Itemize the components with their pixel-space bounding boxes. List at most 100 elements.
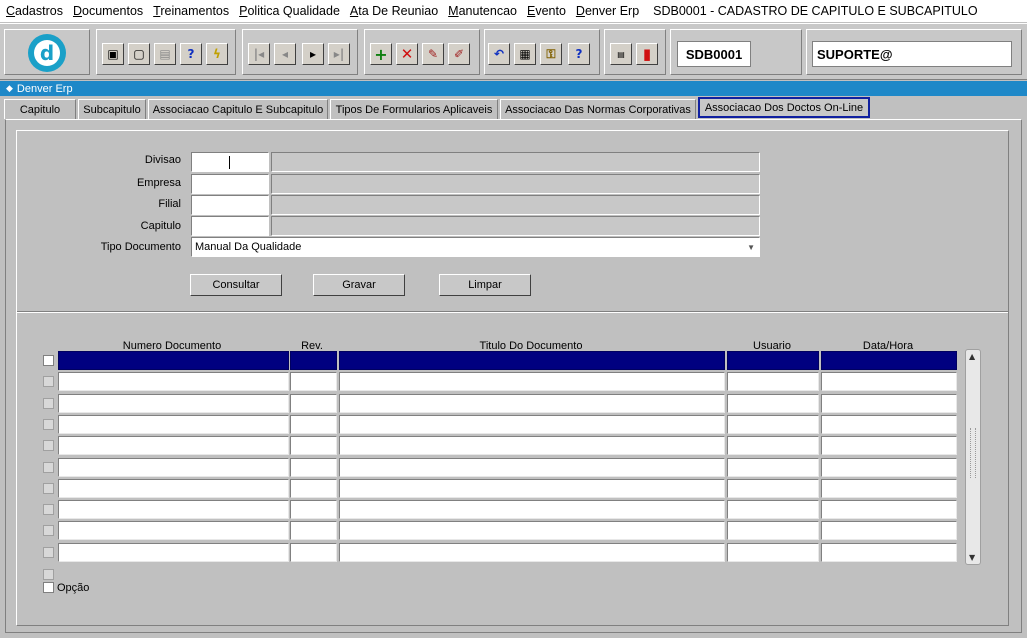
grid-cell-titulo[interactable] [339,372,725,391]
delete-record-icon[interactable]: ✕ [396,43,418,65]
grid-cell-data-hora[interactable] [821,521,957,540]
save-icon[interactable]: ▣ [102,43,124,65]
grid-cell-numero-documento[interactable] [58,521,289,540]
grid-cell-numero-documento[interactable] [58,436,289,455]
opcao-checkbox[interactable] [43,582,54,593]
lightning-icon[interactable]: ϟ [206,43,228,65]
consultar-button[interactable]: Consultar [190,274,282,296]
grid-cell-usuario[interactable] [727,351,819,370]
grid-cell-rev[interactable] [290,436,337,455]
menu-manutencao[interactable]: Manutencao [448,4,517,18]
key-icon[interactable]: ⚿ [540,43,562,65]
grid-cell-data-hora[interactable] [821,436,957,455]
grid-cell-titulo[interactable] [339,458,725,477]
menu-cadastros[interactable]: Cadastros [6,4,63,18]
prev-record-icon[interactable]: ◂ [274,43,296,65]
grid-cell-rev[interactable] [290,415,337,434]
grid-cell-usuario[interactable] [727,394,819,413]
undo-icon[interactable]: ↶ [488,43,510,65]
grid-cell-numero-documento[interactable] [58,351,289,370]
grid-cell-usuario[interactable] [727,372,819,391]
row-checkbox[interactable] [43,483,54,494]
grid-cell-data-hora[interactable] [821,500,957,519]
row-checkbox[interactable] [43,462,54,473]
menu-ata-de-reuniao[interactable]: Ata De Reuniao [350,4,438,18]
grid-scrollbar[interactable]: ▲ ▼ [965,349,981,565]
query-icon[interactable]: ✎ [422,43,444,65]
print-icon[interactable]: ▤ [154,43,176,65]
grid-cell-rev[interactable] [290,351,337,370]
grid-cell-data-hora[interactable] [821,479,957,498]
grid-cell-titulo[interactable] [339,500,725,519]
limpar-button[interactable]: Limpar [439,274,531,296]
grid-cell-usuario[interactable] [727,415,819,434]
grid-cell-usuario[interactable] [727,479,819,498]
tab-associacao-normas[interactable]: Associacao Das Normas Corporativas [500,99,696,119]
window-icon[interactable]: ▢ [128,43,150,65]
grid-cell-usuario[interactable] [727,458,819,477]
tab-associacao-capitulo-subcapitulo[interactable]: Associacao Capitulo E Subcapitulo [148,99,328,119]
extra-row-checkbox[interactable] [43,569,54,580]
first-record-icon[interactable]: |◂ [248,43,270,65]
help-query-icon[interactable]: ? [180,43,202,65]
grid-cell-numero-documento[interactable] [58,415,289,434]
grid-cell-numero-documento[interactable] [58,479,289,498]
exit-icon[interactable]: ▮ [636,43,658,65]
grid-cell-titulo[interactable] [339,543,725,562]
grid-cell-data-hora[interactable] [821,458,957,477]
scroll-grip[interactable] [970,428,976,478]
tab-tipos-formularios[interactable]: Tipos De Formularios Aplicaveis [330,99,498,119]
row-checkbox[interactable] [43,398,54,409]
grid-cell-titulo[interactable] [339,521,725,540]
menu-evento[interactable]: Evento [527,4,566,18]
menu-treinamentos[interactable]: Treinamentos [153,4,229,18]
grid-cell-usuario[interactable] [727,436,819,455]
grid-cell-usuario[interactable] [727,500,819,519]
scroll-up-icon[interactable]: ▲ [969,352,975,361]
gravar-button[interactable]: Gravar [313,274,405,296]
grid-cell-rev[interactable] [290,458,337,477]
grid-cell-data-hora[interactable] [821,415,957,434]
row-checkbox[interactable] [43,376,54,387]
grid-cell-data-hora[interactable] [821,372,957,391]
divisao-input[interactable] [191,152,269,172]
grid-cell-usuario[interactable] [727,521,819,540]
grid-cell-titulo[interactable] [339,479,725,498]
grid-cell-numero-documento[interactable] [58,500,289,519]
tab-associacao-doctos-online[interactable]: Associacao Dos Doctos On-Line [698,97,870,118]
row-checkbox[interactable] [43,547,54,558]
grid-cell-numero-documento[interactable] [58,543,289,562]
grid-cell-data-hora[interactable] [821,351,957,370]
grid-cell-numero-documento[interactable] [58,458,289,477]
clear-icon[interactable]: ✐ [448,43,470,65]
grid-cell-titulo[interactable] [339,351,725,370]
grid-cell-numero-documento[interactable] [58,372,289,391]
help-icon[interactable]: ? [568,43,590,65]
tab-subcapitulo[interactable]: Subcapitulo [78,99,146,119]
row-checkbox[interactable] [43,419,54,430]
scroll-down-icon[interactable]: ▼ [969,553,975,562]
grid-cell-data-hora[interactable] [821,543,957,562]
grid-cell-rev[interactable] [290,521,337,540]
grid-cell-data-hora[interactable] [821,394,957,413]
filial-input[interactable] [191,195,269,215]
grid-cell-rev[interactable] [290,372,337,391]
grid-cell-usuario[interactable] [727,543,819,562]
insert-record-icon[interactable]: + [370,43,392,65]
grid-cell-rev[interactable] [290,394,337,413]
clipboard-icon[interactable]: ▦ [514,43,536,65]
grid-cell-titulo[interactable] [339,436,725,455]
grid-cell-rev[interactable] [290,500,337,519]
row-checkbox[interactable] [43,355,54,366]
next-record-icon[interactable]: ▸ [302,43,324,65]
grid-cell-titulo[interactable] [339,394,725,413]
grid-cell-rev[interactable] [290,479,337,498]
capitulo-input[interactable] [191,216,269,236]
row-checkbox[interactable] [43,504,54,515]
tab-capitulo[interactable]: Capitulo [4,99,76,119]
menu-denver-erp[interactable]: Denver Erp [576,4,639,18]
last-record-icon[interactable]: ▸| [328,43,350,65]
grid-cell-titulo[interactable] [339,415,725,434]
chevron-down-icon[interactable]: ▼ [747,243,755,252]
empresa-input[interactable] [191,174,269,194]
